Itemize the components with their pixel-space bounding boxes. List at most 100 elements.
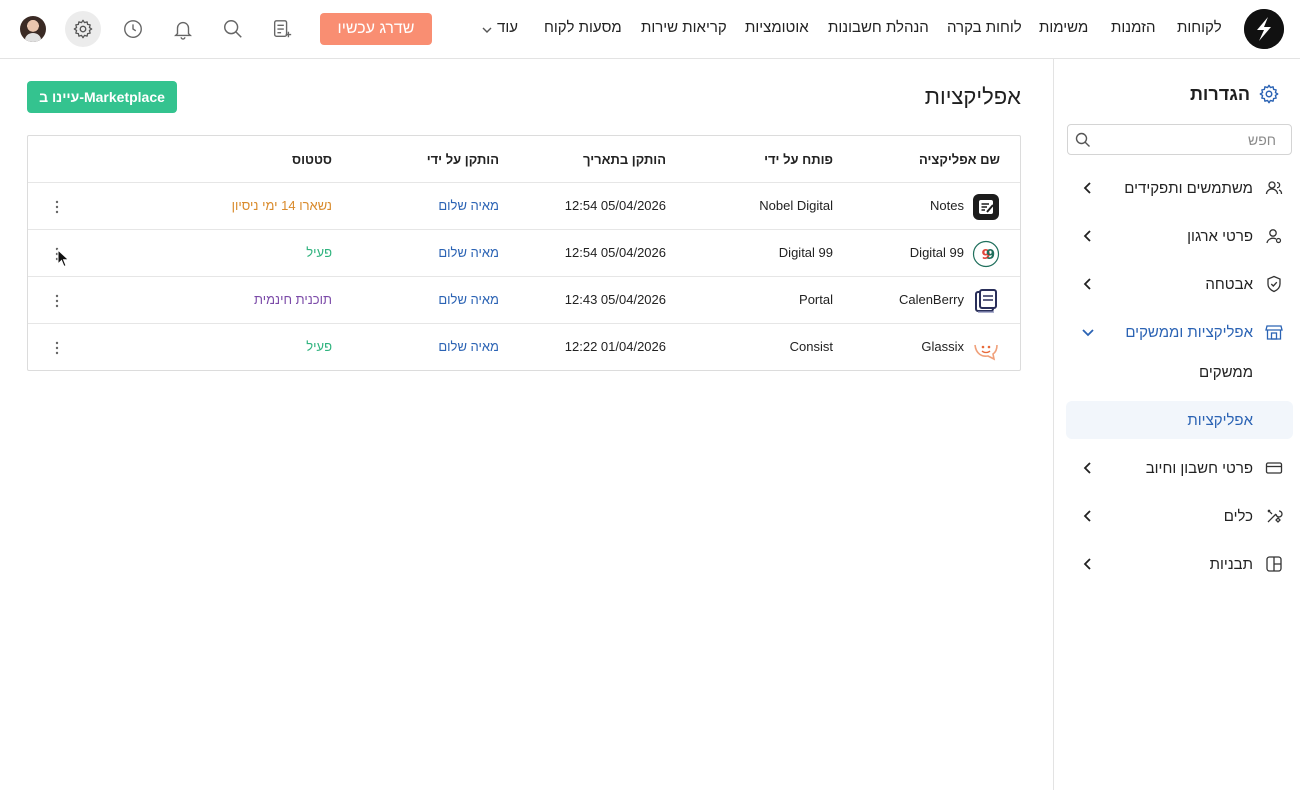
digital99-app-icon: 99 xyxy=(972,240,1000,268)
sidebar-item-label: תבניות xyxy=(1209,556,1253,573)
nav-dashboards[interactable]: לוחות בקרה xyxy=(947,19,1022,37)
table-header-row: שם אפליקציה פותח על ידי הותקן בתאריך הות… xyxy=(28,136,1020,183)
sidebar-item-users-roles[interactable]: משתמשים ותפקידים xyxy=(1066,169,1293,207)
user-avatar[interactable] xyxy=(20,16,46,42)
sidebar-item-templates[interactable]: תבניות xyxy=(1066,545,1293,583)
shield-icon xyxy=(1267,275,1281,293)
app-developer: Nobel Digital xyxy=(759,198,833,213)
sidebar-item-tools[interactable]: כלים xyxy=(1066,497,1293,535)
app-installed-at: 12:43 05/04/2026 xyxy=(564,292,666,307)
add-note-button[interactable] xyxy=(270,17,294,41)
row-actions-button[interactable] xyxy=(50,244,64,264)
sidebar-search xyxy=(1067,124,1292,155)
table-row: Glassix Consist 12:22 01/04/2026 מאיה של… xyxy=(28,324,1020,371)
app-developer: Portal xyxy=(799,292,833,307)
clock-icon xyxy=(124,20,142,38)
nav-more[interactable]: עוד xyxy=(481,19,518,37)
sidebar-item-label: כלים xyxy=(1223,508,1253,525)
app-installed-by-link[interactable]: מאיה שלום xyxy=(438,292,499,308)
table-row: CalenBerry Portal 12:43 05/04/2026 מאיה … xyxy=(28,277,1020,324)
app-installed-by-link[interactable]: מאיה שלום xyxy=(438,198,499,214)
sidebar-item-security[interactable]: אבטחה xyxy=(1066,265,1293,303)
sidebar-item-label: משתמשים ותפקידים xyxy=(1124,180,1253,197)
sidebar-item-label: פרטי ארגון xyxy=(1187,228,1253,245)
kebab-menu-icon xyxy=(55,294,59,308)
sidebar-item-label: אפליקציות וממשקים xyxy=(1125,324,1253,341)
sidebar-title-text: הגדרות xyxy=(1190,83,1250,104)
sidebar-subitem-integrations[interactable]: ממשקים xyxy=(1066,353,1293,391)
col-header-installed-at: הותקן בתאריך xyxy=(583,152,666,167)
row-actions-button[interactable] xyxy=(50,197,64,217)
sidebar-item-apps-integrations[interactable]: אפליקציות וממשקים xyxy=(1066,313,1293,351)
users-icon xyxy=(1265,181,1283,195)
col-header-installed-by: הותקן על ידי xyxy=(426,152,499,167)
chevron-left-icon xyxy=(1083,278,1091,290)
chevron-down-icon xyxy=(482,27,492,33)
col-header-developer: פותח על ידי xyxy=(764,152,833,167)
kebab-menu-icon xyxy=(55,341,59,355)
history-button[interactable] xyxy=(121,17,145,41)
app-name: CalenBerry xyxy=(898,292,964,307)
sidebar-title: הגדרות xyxy=(1190,83,1280,105)
logo-icon xyxy=(1244,9,1284,49)
app-installed-at: 12:54 05/04/2026 xyxy=(564,245,666,260)
calenberry-app-icon xyxy=(972,287,1000,315)
settings-sidebar: הגדרות משתמשים ותפקידים פרטי ארגון אבטחה… xyxy=(1053,59,1300,790)
app-name: Notes xyxy=(930,198,964,213)
nav-orders[interactable]: הזמנות xyxy=(1111,19,1155,37)
note-add-icon xyxy=(273,20,292,38)
app-installed-at: 12:22 01/04/2026 xyxy=(564,339,666,354)
settings-button[interactable] xyxy=(65,11,101,47)
notifications-button[interactable] xyxy=(171,17,195,41)
search-button[interactable] xyxy=(221,17,245,41)
layout-icon xyxy=(1266,556,1282,572)
app-developer: Digital 99 xyxy=(778,245,833,260)
nav-bookkeeping[interactable]: הנהלת חשבונות xyxy=(828,19,929,37)
svg-text:9: 9 xyxy=(986,248,995,263)
sidebar-item-org-details[interactable]: פרטי ארגון xyxy=(1066,217,1293,255)
store-icon xyxy=(1265,325,1283,340)
app-developer: Consist xyxy=(789,339,833,354)
status-badge: פעיל xyxy=(306,245,332,260)
glassix-app-icon xyxy=(972,334,1000,362)
gear-icon xyxy=(1259,84,1279,104)
app-installed-by-link[interactable]: מאיה שלום xyxy=(438,339,499,355)
status-badge: פעיל xyxy=(306,339,332,354)
sidebar-search-input[interactable] xyxy=(1096,125,1286,154)
sidebar-item-label: פרטי חשבון וחיוב xyxy=(1145,460,1253,477)
nav-customers[interactable]: לקוחות xyxy=(1177,19,1222,37)
app-logo[interactable] xyxy=(1244,9,1284,49)
row-actions-button[interactable] xyxy=(50,291,64,311)
nav-tasks[interactable]: משימות xyxy=(1039,19,1088,37)
status-badge: נשארו 14 ימי ניסיון xyxy=(231,198,332,213)
applications-table: שם אפליקציה פותח על ידי הותקן בתאריך הות… xyxy=(27,135,1021,371)
top-bar: לקוחות הזמנות משימות לוחות בקרה הנהלת חש… xyxy=(0,0,1300,59)
upgrade-now-button[interactable]: שדרג עכשיו xyxy=(320,13,432,45)
chevron-left-icon xyxy=(1083,510,1091,522)
nav-customer-journeys[interactable]: מסעות לקוח xyxy=(544,19,622,37)
app-name: Digital 99 xyxy=(909,245,964,260)
gear-icon xyxy=(73,19,93,39)
chevron-left-icon xyxy=(1083,462,1091,474)
nav-service-calls[interactable]: קריאות שירות xyxy=(641,19,727,37)
app-name: Glassix xyxy=(921,339,964,354)
kebab-menu-icon xyxy=(55,247,59,261)
sidebar-item-billing[interactable]: פרטי חשבון וחיוב xyxy=(1066,449,1293,487)
table-row: Notes Nobel Digital 12:54 05/04/2026 מאי… xyxy=(28,183,1020,230)
nav-automations[interactable]: אוטומציות xyxy=(745,19,809,37)
chevron-left-icon xyxy=(1083,230,1091,242)
search-icon xyxy=(224,20,242,38)
sidebar-subitem-label: ממשקים xyxy=(1198,364,1253,381)
sidebar-item-label: אבטחה xyxy=(1205,276,1253,293)
bell-icon xyxy=(174,21,192,40)
chevron-down-icon xyxy=(1082,329,1094,337)
app-installed-by-link[interactable]: מאיה שלום xyxy=(438,245,499,261)
row-actions-button[interactable] xyxy=(50,338,64,358)
sidebar-subitem-applications[interactable]: אפליקציות xyxy=(1066,401,1293,439)
user-settings-icon xyxy=(1266,229,1282,244)
chevron-left-icon xyxy=(1083,182,1091,194)
app-installed-at: 12:54 05/04/2026 xyxy=(564,198,666,213)
browse-marketplace-button[interactable]: עיינו ב-Marketplace xyxy=(27,81,177,113)
page-title: אפליקציות xyxy=(924,84,1021,109)
chevron-left-icon xyxy=(1083,558,1091,570)
